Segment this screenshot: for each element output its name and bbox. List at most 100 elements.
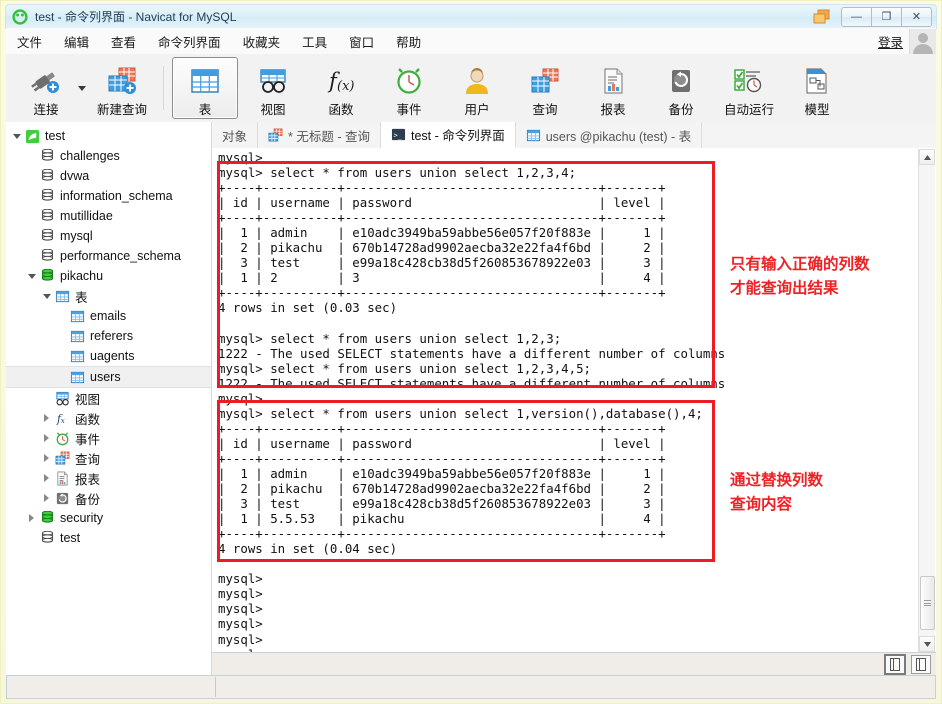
tree-node-performance_schema[interactable]: performance_schema <box>6 246 211 266</box>
avatar[interactable] <box>909 28 936 54</box>
menu-view[interactable]: 查看 <box>100 29 147 54</box>
split-pane-off-icon[interactable] <box>911 654 931 674</box>
chevron-right-icon[interactable] <box>40 454 53 462</box>
console-vertical-scrollbar[interactable] <box>918 149 935 652</box>
tree-node-users[interactable]: users <box>6 366 211 388</box>
chevron-down-icon[interactable] <box>10 133 23 139</box>
menu-file[interactable]: 文件 <box>6 29 53 54</box>
tree-node-security[interactable]: security <box>6 508 211 528</box>
toolbar-reports[interactable]: 报表 <box>580 57 646 119</box>
tree-node-information_schema[interactable]: information_schema <box>6 186 211 206</box>
tree-node-emails[interactable]: emails <box>6 306 211 326</box>
login-link[interactable]: 登录 <box>878 32 903 51</box>
event-clock-icon <box>53 431 71 446</box>
close-button[interactable]: ✕ <box>901 6 932 27</box>
chevron-right-icon[interactable] <box>40 434 53 442</box>
menu-favorites[interactable]: 收藏夹 <box>232 29 292 54</box>
table-grid-icon <box>526 128 541 143</box>
tree-node-challenges[interactable]: challenges <box>6 146 211 166</box>
tree-node-dvwa[interactable]: dvwa <box>6 166 211 186</box>
menu-edit[interactable]: 编辑 <box>53 29 100 54</box>
toolbar-automation[interactable]: 自动运行 <box>716 57 782 119</box>
tree-node-mysql[interactable]: mysql <box>6 226 211 246</box>
body-area: test challenges dvwa information_schema muti… <box>6 122 936 675</box>
toolbar-tables[interactable]: 表 <box>172 57 238 119</box>
tab-bar: 对象 * 无标题 - 查询 >_ test - 命令列界面 users @pikachu… <box>212 122 936 149</box>
tree-node-[interactable]: 表 <box>6 286 211 306</box>
backup-restore-icon <box>665 63 697 98</box>
user-person-icon <box>461 63 493 98</box>
tree-node-label: uagents <box>90 349 135 363</box>
chevron-down-icon[interactable] <box>40 293 53 299</box>
tree-node-label: users <box>90 370 121 384</box>
new-query-icon <box>105 63 139 98</box>
model-diagram-icon <box>801 63 833 98</box>
query-table-icon <box>53 451 71 466</box>
tree-node-test[interactable]: test <box>6 528 211 548</box>
object-tree-sidebar[interactable]: test challenges dvwa information_schema muti… <box>6 122 212 675</box>
menu-console[interactable]: 命令列界面 <box>147 29 232 54</box>
tree-node-[interactable]: 备份 <box>6 488 211 508</box>
toolbar-query[interactable]: 查询 <box>512 57 578 119</box>
minimize-button[interactable]: — <box>841 6 872 27</box>
menu-tools[interactable]: 工具 <box>291 29 338 54</box>
main-toolbar: 连接 新建查询 表 视图 f (x) 函数 事件 用户 查询 报表 备份 自动运… <box>6 54 936 123</box>
navicat-logo-icon <box>12 8 28 25</box>
chevron-right-icon[interactable] <box>40 414 53 422</box>
tree-node-pikachu[interactable]: pikachu <box>6 266 211 286</box>
chevron-right-icon[interactable] <box>25 514 38 522</box>
toolbar-model[interactable]: 模型 <box>784 57 850 119</box>
scroll-down-icon[interactable] <box>919 636 935 652</box>
toolbar-new-query[interactable]: 新建查询 <box>89 57 155 119</box>
toolbar-automation-label: 自动运行 <box>723 103 774 117</box>
tree-node-[interactable]: 查询 <box>6 448 211 468</box>
tree-node-label: security <box>60 511 104 525</box>
menu-window[interactable]: 窗口 <box>338 29 385 54</box>
scroll-up-icon[interactable] <box>919 149 935 165</box>
tree-node-[interactable]: f x 函数 <box>6 408 211 428</box>
tree-node-label: challenges <box>60 149 120 163</box>
tree-node-label: performance_schema <box>60 249 181 263</box>
maximize-button[interactable]: ❐ <box>871 6 902 27</box>
toolbar-users-label: 用户 <box>464 103 490 117</box>
tree-node-mutillidae[interactable]: mutillidae <box>6 206 211 226</box>
chevron-right-icon[interactable] <box>40 494 53 502</box>
toolbar-backup[interactable]: 备份 <box>648 57 714 119</box>
tree-node-[interactable]: 事件 <box>6 428 211 448</box>
scrollbar-thumb[interactable] <box>920 576 935 630</box>
table-grid-icon <box>68 370 86 385</box>
tree-node-label: referers <box>90 329 134 343</box>
tab-item-1[interactable]: * 无标题 - 查询 <box>258 122 381 148</box>
connection-dropdown-arrow[interactable] <box>76 58 88 118</box>
tab-label: * 无标题 - 查询 <box>288 129 370 144</box>
tab-item-3[interactable]: users @pikachu (test) - 表 <box>515 122 703 148</box>
chevron-right-icon[interactable] <box>40 474 53 482</box>
database-icon <box>38 248 56 264</box>
menu-help[interactable]: 帮助 <box>385 29 432 54</box>
table-grid-icon <box>68 349 86 364</box>
toolbar-functions[interactable]: f (x) 函数 <box>308 57 374 119</box>
tree-node-[interactable]: 视图 <box>6 388 211 408</box>
connection-plug-icon <box>29 63 63 98</box>
split-pane-on-icon[interactable] <box>884 653 906 675</box>
table-grid-icon <box>68 329 86 344</box>
tree-node-uagents[interactable]: uagents <box>6 346 211 366</box>
toolbar-query-label: 查询 <box>532 103 558 117</box>
restore-stack-icon[interactable] <box>810 6 836 28</box>
toolbar-connection[interactable]: 连接 <box>13 57 79 119</box>
tree-node-referers[interactable]: referers <box>6 326 211 346</box>
database-open-icon <box>38 268 56 284</box>
chevron-down-icon[interactable] <box>25 273 38 279</box>
tree-node-test[interactable]: test <box>6 126 211 146</box>
toolbar-events[interactable]: 事件 <box>376 57 442 119</box>
window-title: test - 命令列界面 - Navicat for MySQL <box>35 10 237 24</box>
toolbar-users[interactable]: 用户 <box>444 57 510 119</box>
toolbar-views[interactable]: 视图 <box>240 57 306 119</box>
tree-node-[interactable]: 报表 <box>6 468 211 488</box>
tab-console[interactable]: >_ test - 命令列界面 <box>380 122 516 148</box>
console-output-panel[interactable]: mysql> mysql> select * from users union … <box>212 148 936 653</box>
tab-objects[interactable]: 对象 <box>212 122 259 148</box>
console-text: mysql> mysql> select * from users union … <box>218 150 726 653</box>
tree-node-label: 查询 <box>75 452 101 467</box>
table-grid-icon <box>189 63 221 98</box>
